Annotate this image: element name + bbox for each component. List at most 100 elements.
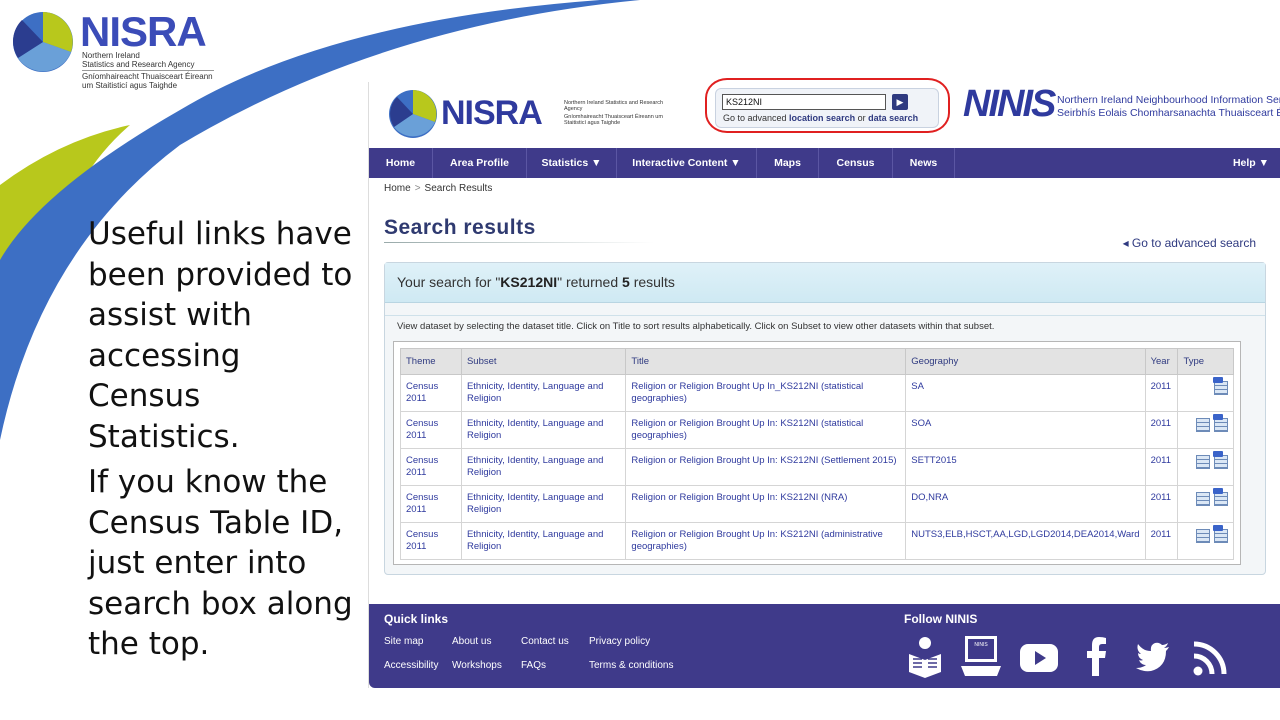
- ninis-laptop-icon[interactable]: NINIS: [961, 634, 1001, 678]
- site-logo-sub-en: Northern Ireland Statistics and Research…: [564, 100, 664, 112]
- cell-subset[interactable]: Ethnicity, Identity, Language and Religi…: [460, 411, 627, 449]
- xls-icon[interactable]: [1213, 414, 1228, 432]
- cell-subset[interactable]: Ethnicity, Identity, Language and Religi…: [460, 485, 627, 523]
- col-geography[interactable]: Geography: [905, 348, 1146, 375]
- cell-theme[interactable]: Census 2011: [400, 374, 462, 412]
- results-summary: Your search for "KS212NI" returned 5 res…: [385, 263, 1265, 303]
- logo-subtitle-ga: Gníomhaireacht Thuaisceart Éireann um St…: [82, 72, 213, 90]
- facebook-icon[interactable]: [1077, 634, 1117, 678]
- cell-type: [1177, 522, 1234, 560]
- cell-year: 2011: [1144, 374, 1179, 412]
- results-body: Census 2011 Ethnicity, Identity, Language…: [400, 374, 1234, 560]
- cell-type: [1177, 411, 1234, 449]
- nav-news[interactable]: News: [893, 148, 955, 178]
- nav-census[interactable]: Census: [819, 148, 893, 178]
- xls-icon[interactable]: [1213, 488, 1228, 506]
- cell-title[interactable]: Religion or Religion Brought Up In: KS21…: [625, 448, 907, 486]
- table-icon[interactable]: [1196, 529, 1210, 543]
- xls-icon[interactable]: [1213, 451, 1228, 469]
- table-row: Census 2011 Ethnicity, Identity, Language…: [400, 522, 1234, 560]
- results-query: KS212NI: [500, 274, 558, 290]
- cell-theme[interactable]: Census 2011: [400, 448, 462, 486]
- cell-title[interactable]: Religion or Religion Brought Up In: KS21…: [625, 485, 907, 523]
- page-title: Search results: [384, 216, 536, 239]
- slide-paragraph-2: If you know the Census Table ID, just en…: [88, 464, 353, 662]
- cell-subset[interactable]: Ethnicity, Identity, Language and Religi…: [460, 374, 627, 412]
- cell-title[interactable]: Religion or Religion Brought Up In: KS21…: [625, 522, 907, 560]
- results-divider: [385, 315, 1265, 316]
- footer-link-privacy-policy[interactable]: Privacy policy: [589, 636, 650, 647]
- footer-link-about-us[interactable]: About us: [452, 636, 491, 647]
- results-panel: Your search for "KS212NI" returned 5 res…: [384, 262, 1266, 575]
- col-title[interactable]: Title: [625, 348, 907, 375]
- footer-link-terms[interactable]: Terms & conditions: [589, 660, 673, 671]
- nisra-slide-logo: NISRA Northern Ireland Statistics and Re…: [10, 6, 240, 96]
- ninis-service-name: Northern Ireland Neighbourhood Informati…: [1057, 94, 1280, 119]
- cell-title[interactable]: Religion or Religion Brought Up In_KS212…: [625, 374, 907, 412]
- cell-subset[interactable]: Ethnicity, Identity, Language and Religi…: [460, 448, 627, 486]
- nav-area-profile[interactable]: Area Profile: [433, 148, 527, 178]
- cell-subset[interactable]: Ethnicity, Identity, Language and Religi…: [460, 522, 627, 560]
- cell-year: 2011: [1144, 448, 1179, 486]
- cell-geography: SA: [905, 374, 1146, 412]
- nav-help[interactable]: Help ▼: [1221, 148, 1280, 178]
- nav-statistics[interactable]: Statistics ▼: [527, 148, 617, 178]
- nisra-emblem-icon: [13, 12, 73, 72]
- results-instructions: View dataset by selecting the dataset ti…: [397, 321, 995, 332]
- slide-paragraph-1: Useful links have been provided to assis…: [88, 216, 353, 455]
- breadcrumb-home[interactable]: Home: [384, 183, 411, 194]
- table-row: Census 2011 Ethnicity, Identity, Language…: [400, 411, 1234, 449]
- advanced-search-link[interactable]: ◂ Go to advanced search: [1123, 236, 1256, 250]
- col-theme[interactable]: Theme: [400, 348, 462, 375]
- quick-links-title: Quick links: [384, 612, 449, 626]
- highlight-circle: [705, 78, 950, 133]
- footer-link-faqs[interactable]: FAQs: [521, 660, 546, 671]
- table-row: Census 2011 Ethnicity, Identity, Language…: [400, 485, 1234, 523]
- col-type: Type: [1177, 348, 1234, 375]
- cell-geography: DO,NRA: [905, 485, 1146, 523]
- table-header-row: Theme Subset Title Geography Year Type: [400, 348, 1234, 375]
- follow-ninis-title: Follow NINIS: [904, 612, 978, 626]
- col-subset[interactable]: Subset: [460, 348, 627, 375]
- cell-theme[interactable]: Census 2011: [400, 411, 462, 449]
- cell-theme[interactable]: Census 2011: [400, 485, 462, 523]
- footer-link-accessibility[interactable]: Accessibility: [384, 660, 438, 671]
- reader-icon[interactable]: [905, 634, 945, 678]
- footer-link-site-map[interactable]: Site map: [384, 636, 423, 647]
- cell-geography: SETT2015: [905, 448, 1146, 486]
- table-icon[interactable]: [1196, 455, 1210, 469]
- site-logo-sub-ga: Gníomhaireacht Thuaisceart Éireann um St…: [564, 114, 663, 126]
- nav-interactive-content[interactable]: Interactive Content ▼: [617, 148, 757, 178]
- youtube-icon[interactable]: [1019, 634, 1059, 678]
- logo-wordmark: NISRA: [80, 8, 207, 55]
- cell-geography: SOA: [905, 411, 1146, 449]
- cell-geography: NUTS3,ELB,HSCT,AA,LGD,LGD2014,DEA2014,Wa…: [905, 522, 1146, 560]
- twitter-icon[interactable]: [1133, 634, 1173, 678]
- results-table: Theme Subset Title Geography Year Type C…: [400, 348, 1234, 560]
- slide: NISRA Northern Ireland Statistics and Re…: [0, 0, 1280, 720]
- xls-icon[interactable]: [1213, 377, 1228, 395]
- site-logo-wordmark: NISRA: [441, 94, 543, 132]
- svg-text:NINIS: NINIS: [974, 642, 988, 648]
- nisra-emblem-icon: [389, 90, 437, 138]
- ninis-logo[interactable]: NINIS: [963, 82, 1057, 126]
- cell-theme[interactable]: Census 2011: [400, 522, 462, 560]
- site-footer: Quick links Site map About us Contact us…: [369, 604, 1280, 688]
- cell-type: [1177, 448, 1234, 486]
- cell-title[interactable]: Religion or Religion Brought Up In: KS21…: [625, 411, 907, 449]
- col-year[interactable]: Year: [1144, 348, 1179, 375]
- slide-body-text: Useful links have been provided to assis…: [88, 214, 358, 670]
- table-icon[interactable]: [1196, 492, 1210, 506]
- cell-type: [1177, 485, 1234, 523]
- footer-link-workshops[interactable]: Workshops: [452, 660, 502, 671]
- footer-link-contact-us[interactable]: Contact us: [521, 636, 569, 647]
- breadcrumb-current: Search Results: [424, 183, 493, 194]
- cell-type: [1177, 374, 1234, 412]
- xls-icon[interactable]: [1213, 525, 1228, 543]
- rss-icon[interactable]: [1189, 634, 1229, 678]
- table-icon[interactable]: [1196, 418, 1210, 432]
- nav-home[interactable]: Home: [369, 148, 433, 178]
- site-nisra-logo[interactable]: NISRA Northern Ireland Statistics and Re…: [387, 86, 663, 140]
- nav-maps[interactable]: Maps: [757, 148, 819, 178]
- ninis-website-screenshot: NISRA Northern Ireland Statistics and Re…: [368, 78, 1280, 688]
